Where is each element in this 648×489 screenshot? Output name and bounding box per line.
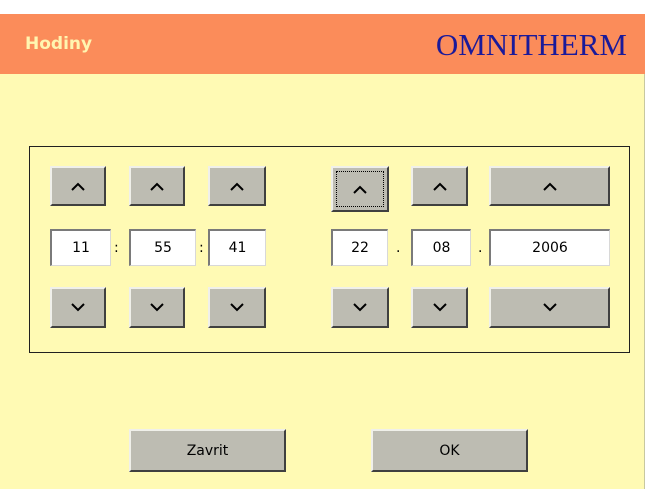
seconds-down-button[interactable] bbox=[208, 287, 266, 328]
month-up-button[interactable] bbox=[411, 166, 468, 206]
chevron-up-icon bbox=[353, 185, 367, 194]
chevron-down-icon bbox=[71, 303, 85, 312]
chevron-up-icon bbox=[230, 182, 244, 191]
seconds-field[interactable]: 41 bbox=[208, 229, 266, 266]
chevron-down-icon bbox=[230, 303, 244, 312]
minutes-field[interactable]: 55 bbox=[129, 229, 196, 266]
month-field[interactable]: 08 bbox=[411, 229, 471, 266]
day-up-button[interactable] bbox=[331, 166, 389, 212]
chevron-up-icon bbox=[71, 182, 85, 191]
dialog-header: Hodiny OMNITHERM bbox=[0, 14, 645, 74]
year-field[interactable]: 2006 bbox=[489, 229, 610, 266]
day-field[interactable]: 22 bbox=[331, 229, 388, 266]
close-button[interactable]: Zavrit bbox=[129, 429, 286, 472]
minutes-up-button[interactable] bbox=[129, 166, 185, 206]
top-strip bbox=[0, 0, 645, 14]
time-separator: : bbox=[199, 240, 204, 256]
hours-field[interactable]: 11 bbox=[50, 229, 111, 266]
hours-down-button[interactable] bbox=[50, 287, 106, 328]
hours-up-button[interactable] bbox=[50, 166, 106, 206]
chevron-up-icon bbox=[150, 182, 164, 191]
chevron-down-icon bbox=[150, 303, 164, 312]
day-down-button[interactable] bbox=[331, 287, 389, 328]
chevron-down-icon bbox=[432, 303, 447, 312]
seconds-up-button[interactable] bbox=[208, 166, 266, 206]
month-down-button[interactable] bbox=[411, 287, 468, 328]
ok-button[interactable]: OK bbox=[371, 429, 528, 472]
year-up-button[interactable] bbox=[489, 166, 610, 206]
chevron-down-icon bbox=[542, 303, 557, 312]
year-down-button[interactable] bbox=[489, 287, 610, 328]
brand-logo-text: OMNITHERM bbox=[435, 27, 627, 62]
time-separator: : bbox=[114, 240, 119, 256]
date-separator: . bbox=[478, 240, 483, 256]
chevron-up-icon bbox=[542, 182, 557, 191]
chevron-up-icon bbox=[432, 182, 447, 191]
dialog-title: Hodiny bbox=[25, 34, 93, 54]
clock-dialog: Hodiny OMNITHERM 11 : 55 : 41 22 . 08 . … bbox=[0, 0, 645, 489]
minutes-down-button[interactable] bbox=[129, 287, 185, 328]
date-separator: . bbox=[396, 240, 401, 256]
chevron-down-icon bbox=[353, 303, 367, 312]
